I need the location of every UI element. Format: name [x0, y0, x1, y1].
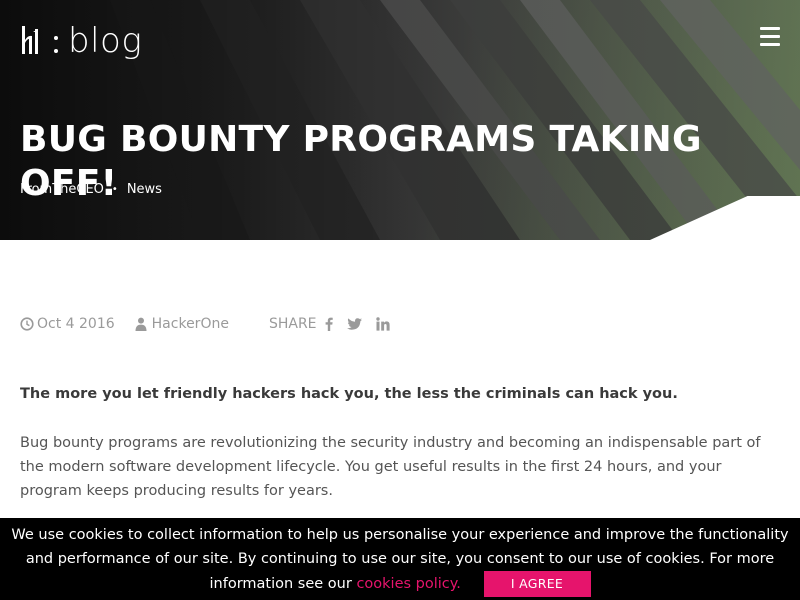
post-meta: Oct 4 2016 HackerOne SHARE [20, 316, 404, 332]
share-label: SHARE [268, 316, 317, 332]
hackerone-logo-icon [22, 26, 58, 54]
article-paragraph: Bug bounty programs are revolutionizing … [20, 435, 761, 499]
hero-banner: blog BUG BOUNTY PROGRAMS TAKING OFF! Fro… [0, 0, 800, 240]
user-icon [135, 317, 147, 331]
cookie-banner: We use cookies to collect information to… [0, 518, 800, 600]
category-list: FromTheCEO • News [20, 182, 162, 197]
share-group: SHARE [269, 316, 404, 332]
twitter-icon[interactable] [346, 317, 362, 331]
post-author-text[interactable]: HackerOne [152, 316, 229, 332]
site-logo[interactable]: blog [20, 20, 142, 62]
logo-text: blog [68, 21, 143, 61]
agree-button[interactable]: I AGREE [483, 571, 591, 597]
cookies-policy-link[interactable]: cookies policy. [356, 576, 460, 592]
article-lead: The more you let friendly hackers hack y… [20, 386, 678, 402]
category-link-news[interactable]: News [127, 182, 162, 197]
post-author: HackerOne [135, 316, 229, 332]
clock-icon [20, 317, 34, 331]
facebook-icon[interactable] [325, 317, 333, 331]
post-date: Oct 4 2016 [20, 316, 115, 332]
post-date-text: Oct 4 2016 [37, 316, 115, 332]
category-link-fromtheceo[interactable]: FromTheCEO [20, 182, 104, 197]
category-separator: • [111, 184, 118, 195]
hamburger-icon[interactable] [760, 27, 780, 49]
linkedin-icon[interactable] [375, 317, 390, 331]
